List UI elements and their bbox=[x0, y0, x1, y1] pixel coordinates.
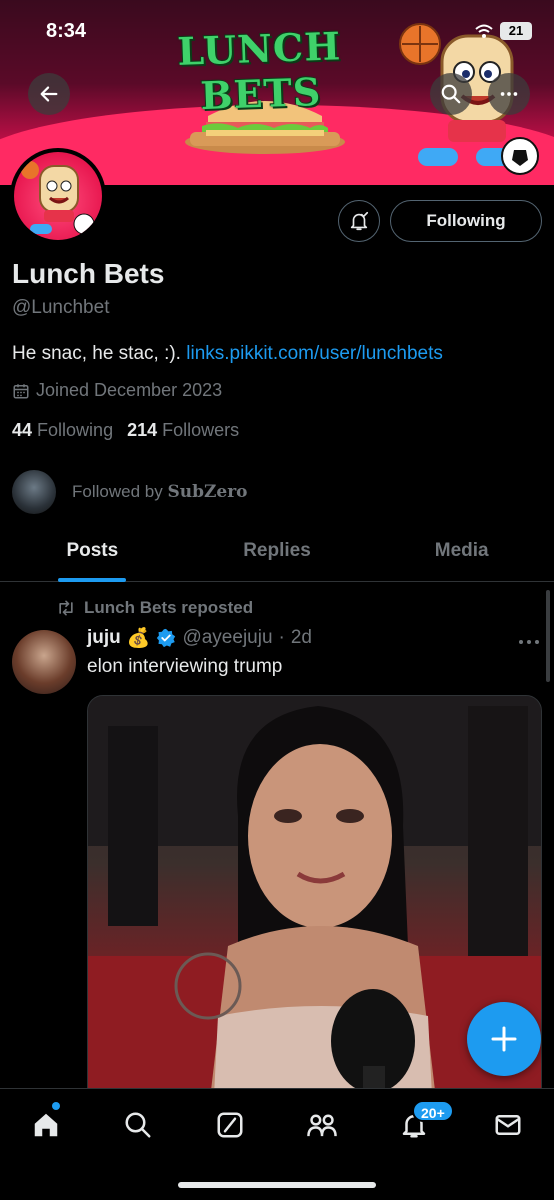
calendar-icon bbox=[13, 383, 29, 398]
following-label: Following bbox=[37, 420, 114, 440]
verified-badge-icon bbox=[157, 628, 176, 648]
tab-replies[interactable]: Replies bbox=[185, 522, 370, 581]
repost-icon bbox=[59, 600, 73, 616]
post-text: elon interviewing trump bbox=[87, 656, 283, 677]
following-button[interactable]: Following bbox=[390, 200, 542, 242]
follower-avatar bbox=[12, 470, 56, 514]
profile-display-name: Lunch Bets bbox=[12, 258, 165, 289]
home-icon bbox=[34, 1113, 58, 1137]
more-dots-icon bbox=[519, 640, 539, 644]
followers-stat[interactable]: 214 Followers bbox=[127, 420, 239, 441]
plus-icon bbox=[491, 1026, 517, 1052]
back-button[interactable] bbox=[28, 73, 70, 115]
post-author-name[interactable]: juju bbox=[87, 627, 121, 649]
post-age: 2d bbox=[290, 627, 312, 648]
meta-separator: · bbox=[278, 627, 285, 648]
back-arrow-icon bbox=[40, 86, 58, 102]
profile-handle: @Lunchbet bbox=[12, 297, 110, 318]
profile-avatar[interactable] bbox=[10, 148, 106, 244]
author-emoji: 💰 bbox=[126, 628, 151, 649]
following-stat[interactable]: 44 Following bbox=[12, 420, 113, 441]
repost-label: Lunch Bets reposted bbox=[84, 598, 254, 617]
post-author-handle[interactable]: @ayeejuju bbox=[182, 627, 272, 649]
communities-icon bbox=[307, 1114, 337, 1137]
more-options-button[interactable] bbox=[488, 73, 530, 115]
mail-icon bbox=[495, 1115, 521, 1135]
status-icons: 21 bbox=[474, 22, 532, 40]
nav-communities[interactable] bbox=[302, 1105, 342, 1145]
banner-title: LUNCH BETS bbox=[176, 23, 342, 119]
joined-date: Joined December 2023 bbox=[12, 380, 222, 401]
bio-text: He snac, he stac, :). bbox=[12, 343, 187, 364]
profile-tabs: Posts Replies Media bbox=[0, 522, 554, 582]
nav-home[interactable] bbox=[26, 1105, 66, 1145]
bio-link[interactable]: links.pikkit.com/user/lunchbets bbox=[186, 343, 443, 364]
followers-label: Followers bbox=[162, 420, 240, 440]
profile-bio: He snac, he stac, :). links.pikkit.com/u… bbox=[12, 343, 443, 365]
post-header: juju 💰 @ayeejuju · 2d bbox=[87, 626, 312, 650]
compose-post-button[interactable] bbox=[467, 1002, 541, 1076]
followed-by-name: SubZero bbox=[167, 482, 248, 502]
notifications-badge: 20+ bbox=[412, 1100, 454, 1122]
profile-stats: 44 Following 214 Followers bbox=[12, 420, 239, 441]
followed-by-row[interactable]: Followed by SubZero bbox=[12, 470, 248, 514]
mascot-avatar-icon bbox=[21, 161, 95, 235]
wifi-icon bbox=[475, 24, 493, 38]
repost-indicator: Lunch Bets reposted bbox=[56, 598, 253, 618]
search-icon bbox=[125, 1112, 151, 1138]
search-profile-button[interactable] bbox=[430, 73, 472, 115]
grok-icon bbox=[217, 1112, 243, 1138]
tab-media[interactable]: Media bbox=[369, 522, 554, 581]
notifications-toggle-button[interactable] bbox=[338, 200, 380, 242]
joined-text: Joined December 2023 bbox=[36, 380, 223, 400]
nav-search[interactable] bbox=[118, 1105, 158, 1145]
post-more-button[interactable] bbox=[518, 634, 540, 652]
nav-messages[interactable] bbox=[488, 1105, 528, 1145]
home-unread-dot bbox=[52, 1102, 60, 1110]
search-icon bbox=[441, 84, 461, 104]
followed-by-prefix: Followed by bbox=[72, 482, 163, 501]
scrollbar-thumb[interactable] bbox=[546, 590, 550, 682]
more-dots-icon bbox=[500, 92, 518, 96]
tab-posts[interactable]: Posts bbox=[0, 522, 185, 581]
avatar-image bbox=[14, 152, 102, 240]
bell-check-icon bbox=[350, 211, 369, 231]
battery-indicator: 21 bbox=[500, 22, 532, 40]
status-time: 8:34 bbox=[46, 20, 87, 42]
system-home-indicator[interactable] bbox=[178, 1182, 376, 1188]
post-author-avatar[interactable] bbox=[12, 630, 76, 694]
nav-grok[interactable] bbox=[210, 1105, 250, 1145]
following-count: 44 bbox=[12, 420, 33, 440]
followers-count: 214 bbox=[127, 420, 158, 440]
